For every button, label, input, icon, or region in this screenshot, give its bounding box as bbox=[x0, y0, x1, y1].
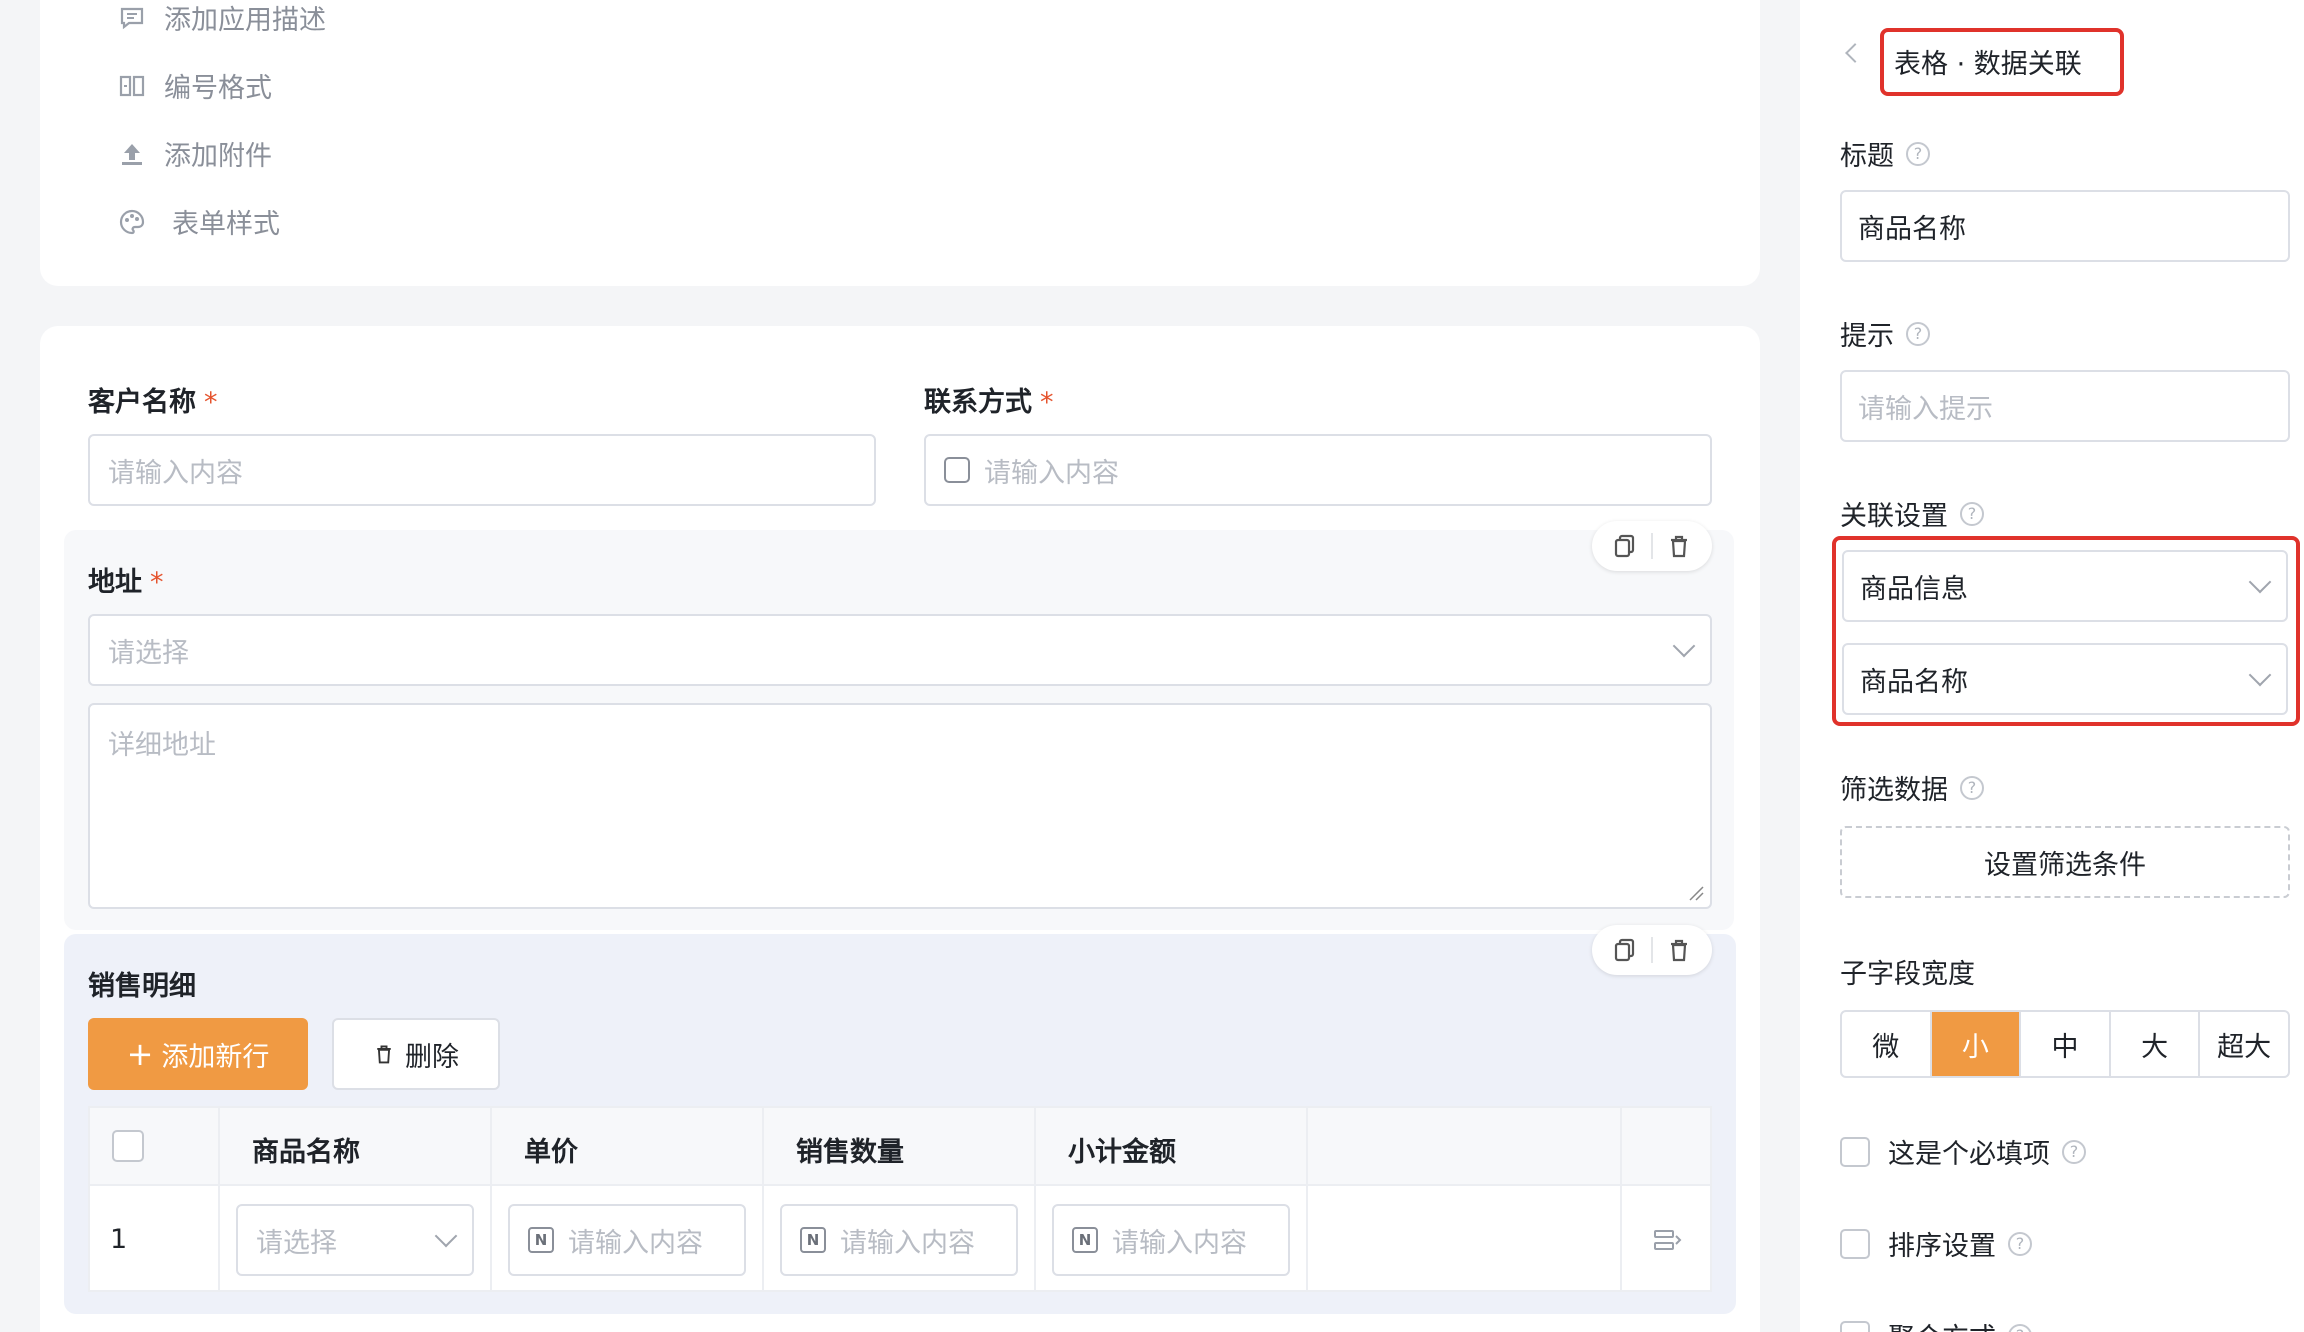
help-icon: ? bbox=[2008, 1323, 2032, 1332]
sort-checkbox[interactable]: 排序设置? bbox=[1840, 1224, 2032, 1263]
panel-title: 表格 · 数据关联 bbox=[1894, 49, 2082, 80]
column-header: 单价 bbox=[524, 1137, 578, 1168]
title-input[interactable]: 商品名称 bbox=[1840, 190, 2290, 262]
contact-input[interactable]: 请输入内容 bbox=[924, 434, 1712, 506]
plus-icon: + bbox=[126, 1035, 154, 1073]
number-icon: N bbox=[528, 1227, 554, 1253]
trash-icon bbox=[377, 1045, 391, 1064]
phone-icon bbox=[944, 457, 970, 483]
product-select[interactable]: 请选择 bbox=[236, 1204, 474, 1276]
add-row-button[interactable]: + 添加新行 bbox=[88, 1018, 308, 1090]
title-field-label: 标题? bbox=[1840, 134, 1930, 173]
address-detail-textarea[interactable]: 详细地址 bbox=[88, 703, 1712, 909]
hint-field-label: 提示? bbox=[1840, 314, 1930, 353]
copy-icon[interactable] bbox=[1612, 937, 1638, 963]
hint-input[interactable]: 请输入提示 bbox=[1840, 370, 2290, 442]
sales-detail-label: 销售明细 bbox=[88, 971, 196, 1002]
required-checkbox[interactable]: 这是个必填项? bbox=[1840, 1132, 2086, 1171]
chevron-down-icon bbox=[2248, 663, 2272, 687]
number-icon: N bbox=[1072, 1227, 1098, 1253]
trash-icon[interactable] bbox=[1666, 533, 1692, 559]
aggregate-checkbox[interactable]: 聚合方式? bbox=[1840, 1316, 2032, 1332]
trash-icon[interactable] bbox=[1666, 937, 1692, 963]
customer-name-label: 客户名称 * bbox=[88, 387, 218, 418]
width-option-small[interactable]: 小 bbox=[1931, 1012, 2022, 1076]
contact-label: 联系方式 * bbox=[924, 387, 1054, 418]
chevron-down-icon bbox=[434, 1224, 458, 1248]
width-option-xlarge[interactable]: 超大 bbox=[2200, 1012, 2288, 1076]
row-menu-icon[interactable] bbox=[1652, 1226, 1682, 1256]
help-icon: ? bbox=[1960, 501, 1984, 526]
menu-add-description[interactable]: 添加应用描述 bbox=[118, 0, 326, 37]
resize-handle-icon[interactable] bbox=[1688, 885, 1704, 901]
subtotal-input[interactable]: N 请输入内容 bbox=[1052, 1204, 1290, 1276]
help-icon: ? bbox=[2008, 1231, 2032, 1256]
sales-detail-table: 商品名称 单价 销售数量 小计金额 1 请选择 N 请输入内容 N 请输入内容 … bbox=[88, 1106, 1712, 1292]
address-region-select[interactable]: 请选择 bbox=[88, 614, 1712, 686]
upload-icon bbox=[118, 140, 146, 168]
menu-add-attachment[interactable]: 添加附件 bbox=[118, 134, 272, 173]
menu-label: 添加附件 bbox=[164, 141, 272, 172]
property-panel: 表格 · 数据关联 标题? 商品名称 提示? 请输入提示 关联设置? 商品信息 … bbox=[1800, 0, 2304, 1332]
address-toolbar bbox=[1592, 521, 1712, 571]
column-header: 小计金额 bbox=[1068, 1137, 1176, 1168]
set-filter-button[interactable]: 设置筛选条件 bbox=[1840, 826, 2290, 898]
width-option-medium[interactable]: 中 bbox=[2021, 1012, 2111, 1076]
menu-form-style[interactable]: 表单样式 bbox=[118, 202, 280, 241]
menu-number-format[interactable]: 编号格式 bbox=[118, 66, 272, 105]
select-all-checkbox[interactable] bbox=[112, 1130, 144, 1162]
number-format-icon bbox=[118, 72, 146, 100]
quantity-input[interactable]: N 请输入内容 bbox=[780, 1204, 1018, 1276]
column-header: 商品名称 bbox=[252, 1137, 360, 1168]
number-icon: N bbox=[800, 1227, 826, 1253]
filter-label: 筛选数据? bbox=[1840, 768, 1984, 807]
width-option-large[interactable]: 大 bbox=[2111, 1012, 2201, 1076]
chevron-down-icon bbox=[2248, 570, 2272, 594]
menu-label: 表单样式 bbox=[172, 209, 280, 240]
width-label: 子字段宽度 bbox=[1840, 959, 1975, 990]
address-label: 地址 * bbox=[88, 567, 164, 598]
link-field-select[interactable]: 商品名称 bbox=[1842, 643, 2288, 715]
delete-button[interactable]: 删除 bbox=[332, 1018, 500, 1090]
column-header: 销售数量 bbox=[796, 1137, 904, 1168]
chevron-down-icon bbox=[1672, 634, 1696, 658]
width-segmented-control: 微 小 中 大 超大 bbox=[1840, 1010, 2290, 1078]
help-icon: ? bbox=[1960, 775, 1984, 800]
comment-icon bbox=[118, 4, 146, 32]
menu-label: 添加应用描述 bbox=[164, 5, 326, 36]
help-icon: ? bbox=[1906, 321, 1930, 346]
palette-icon bbox=[118, 208, 146, 236]
customer-name-input[interactable]: 请输入内容 bbox=[88, 434, 876, 506]
row-index: 1 bbox=[110, 1224, 128, 1255]
form-editor-canvas: 添加应用描述 编号格式 添加附件 表单样式 客户名称 * 请输入内容 联系方式 * bbox=[0, 0, 1800, 1332]
price-input[interactable]: N 请输入内容 bbox=[508, 1204, 746, 1276]
link-source-select[interactable]: 商品信息 bbox=[1842, 550, 2288, 622]
width-option-micro[interactable]: 微 bbox=[1842, 1012, 1932, 1076]
help-icon: ? bbox=[2062, 1139, 2086, 1164]
help-icon: ? bbox=[1906, 141, 1930, 166]
link-settings-label: 关联设置? bbox=[1840, 494, 1984, 533]
copy-icon[interactable] bbox=[1612, 533, 1638, 559]
back-chevron-icon[interactable] bbox=[1845, 43, 1865, 63]
form-settings-card: 添加应用描述 编号格式 添加附件 表单样式 bbox=[40, 0, 1760, 286]
sales-toolbar bbox=[1592, 925, 1712, 975]
menu-label: 编号格式 bbox=[164, 73, 272, 104]
